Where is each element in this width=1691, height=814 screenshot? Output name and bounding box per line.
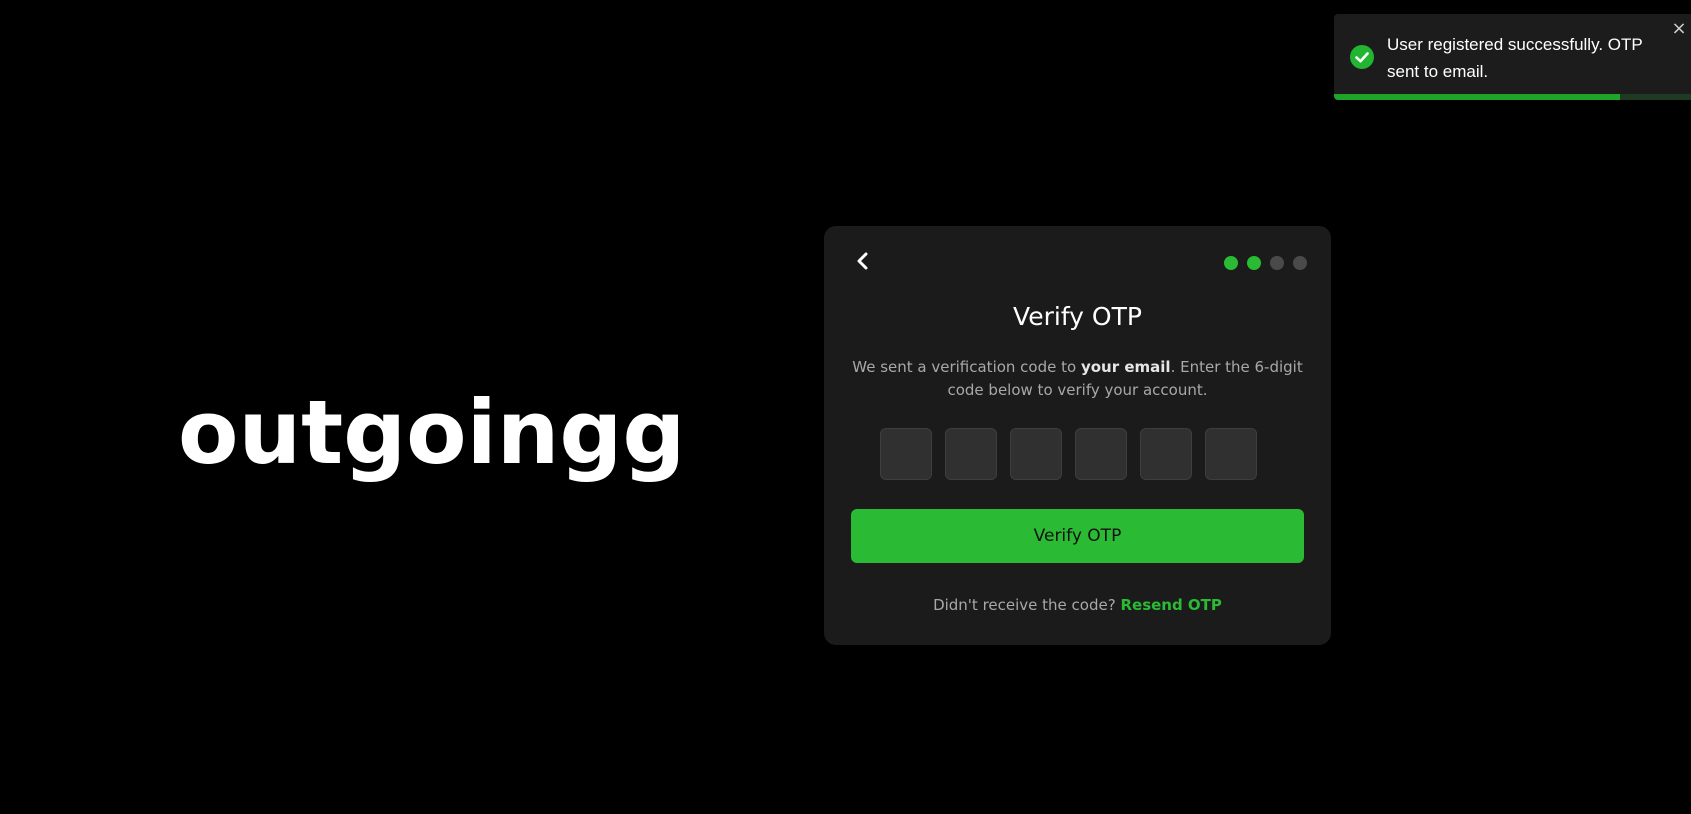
otp-digit-6[interactable] — [1205, 428, 1257, 480]
step-indicator — [1224, 256, 1307, 270]
otp-digit-4[interactable] — [1075, 428, 1127, 480]
check-circle-icon — [1350, 45, 1374, 69]
otp-digit-2[interactable] — [945, 428, 997, 480]
otp-digit-3[interactable] — [1010, 428, 1062, 480]
otp-digit-1[interactable] — [880, 428, 932, 480]
otp-verification-card: Verify OTP We sent a verification code t… — [824, 226, 1331, 645]
toast-progress-fill — [1334, 94, 1620, 100]
description-emphasis: your email — [1080, 358, 1171, 376]
step-dot-3 — [1270, 256, 1284, 270]
verify-otp-button[interactable]: Verify OTP — [851, 509, 1304, 563]
brand-logo-text: outgoingg — [178, 381, 686, 484]
step-dot-4 — [1293, 256, 1307, 270]
resend-section: Didn't receive the code? Resend OTP — [824, 596, 1331, 614]
toast-message: User registered successfully. OTP sent t… — [1387, 35, 1643, 81]
page: outgoingg Verify OTP We sent a verificat… — [0, 0, 1691, 814]
otp-input-group — [880, 428, 1257, 480]
resend-prompt: Didn't receive the code? — [933, 596, 1116, 614]
otp-digit-5[interactable] — [1140, 428, 1192, 480]
resend-otp-link[interactable]: Resend OTP — [1120, 596, 1221, 614]
step-dot-2 — [1247, 256, 1261, 270]
card-title: Verify OTP — [1013, 302, 1142, 331]
close-icon[interactable]: × — [1669, 18, 1689, 40]
description-text-start: We sent a verification code to — [852, 358, 1081, 376]
card-description: We sent a verification code to your emai… — [850, 356, 1305, 402]
success-toast: User registered successfully. OTP sent t… — [1334, 14, 1691, 100]
step-dot-1 — [1224, 256, 1238, 270]
chevron-left-icon — [857, 252, 868, 270]
toast-progress-bar — [1334, 94, 1691, 100]
back-button[interactable] — [848, 246, 878, 276]
